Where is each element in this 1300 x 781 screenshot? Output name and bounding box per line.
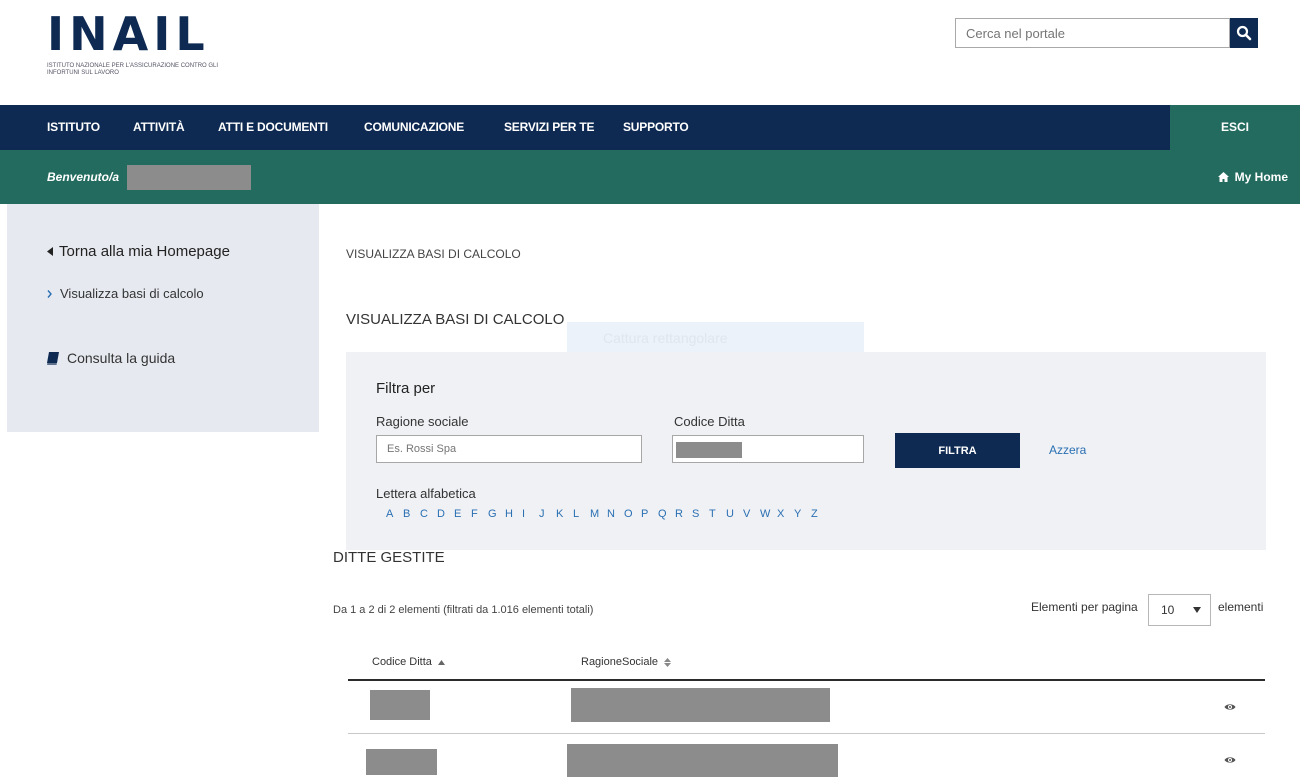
search-input[interactable] (955, 18, 1230, 48)
letter-link[interactable]: V (743, 508, 760, 520)
results-count: Da 1 a 2 di 2 elementi (filtrati da 1.01… (333, 604, 594, 616)
letter-link[interactable]: Q (658, 508, 675, 520)
back-to-homepage-label: Torna alla mia Homepage (59, 243, 230, 260)
ditte-gestite-title: DITTE GESTITE (333, 549, 445, 566)
sort-both-icon (664, 657, 672, 667)
caret-left-icon (47, 247, 53, 256)
home-icon (1217, 172, 1229, 182)
letter-link[interactable]: Z (811, 508, 828, 520)
sidebar-item-visualizza-basi[interactable]: Visualizza basi di calcolo (47, 286, 204, 301)
letter-link[interactable]: G (488, 508, 505, 520)
letter-link[interactable]: F (471, 508, 488, 520)
main-nav: ISTITUTO ATTIVITÀ ATTI E DOCUMENTI COMUN… (0, 105, 1300, 150)
page-title: VISUALIZZA BASI DI CALCOLO (346, 311, 565, 328)
sort-ascending-icon (437, 659, 445, 665)
book-icon (47, 351, 59, 365)
letter-link[interactable]: T (709, 508, 726, 520)
eye-icon[interactable] (1224, 701, 1236, 713)
column-label: Codice Ditta (372, 656, 432, 668)
letter-link[interactable]: U (726, 508, 743, 520)
letter-link[interactable]: X (777, 508, 794, 520)
filter-title: Filtra per (376, 380, 436, 397)
logout-button[interactable]: ESCI (1170, 105, 1300, 150)
codice-ditta-label: Codice Ditta (674, 414, 745, 429)
screen-capture-overlay: Cattura rettangolare (567, 322, 864, 354)
filter-panel: Filtra per Ragione sociale Codice Ditta … (346, 352, 1266, 550)
ragione-sociale-field (376, 435, 642, 463)
redacted-ragione-sociale-cell (567, 744, 838, 777)
ragione-sociale-label: Ragione sociale (376, 414, 469, 429)
my-home-label: My Home (1234, 170, 1288, 184)
letter-link[interactable]: H (505, 508, 522, 520)
chevron-right-icon (47, 289, 52, 298)
letter-link[interactable]: D (437, 508, 454, 520)
nav-item-atti-e-documenti[interactable]: ATTI E DOCUMENTI (218, 105, 328, 150)
azzera-link[interactable]: Azzera (1049, 443, 1086, 457)
filtra-button[interactable]: FILTRA (895, 433, 1020, 468)
consult-guide-link[interactable]: Consulta la guida (47, 350, 175, 366)
letter-link[interactable]: B (403, 508, 420, 520)
redacted-username (127, 165, 251, 190)
letter-link[interactable]: A (386, 508, 403, 520)
logo-subtitle: ISTITUTO NAZIONALE PER L'ASSICURAZIONE C… (47, 63, 219, 76)
eye-icon[interactable] (1224, 754, 1236, 766)
letter-link[interactable]: K (556, 508, 573, 520)
dropdown-arrow-icon (1193, 607, 1201, 613)
sidebar-item-label: Visualizza basi di calcolo (60, 286, 204, 301)
lettera-alfabetica-label: Lettera alfabetica (376, 486, 476, 501)
letter-link[interactable]: O (624, 508, 641, 520)
per-page-suffix: elementi (1218, 600, 1264, 614)
my-home-link[interactable]: My Home (1217, 150, 1288, 204)
letter-link[interactable]: N (607, 508, 624, 520)
search-icon (1236, 25, 1252, 41)
codice-ditta-field[interactable] (672, 435, 864, 463)
column-label: RagioneSociale (581, 656, 659, 668)
logo-wordmark: INAIL (47, 7, 210, 61)
per-page-value: 10 (1161, 603, 1175, 617)
column-header-codice-ditta[interactable]: Codice Ditta (372, 656, 445, 668)
letter-link[interactable]: S (692, 508, 709, 520)
table-row-divider (348, 733, 1265, 734)
nav-item-attivita[interactable]: ATTIVITÀ (133, 105, 185, 150)
letter-link[interactable]: W (760, 508, 777, 520)
back-to-homepage-link[interactable]: Torna alla mia Homepage (47, 243, 230, 260)
redacted-ragione-sociale-cell (571, 688, 830, 722)
sidebar: Torna alla mia Homepage Visualizza basi … (7, 204, 319, 432)
welcome-bar: Benvenuto/a My Home (0, 150, 1300, 204)
redacted-codice-ditta (676, 442, 742, 458)
nav-item-comunicazione[interactable]: COMUNICAZIONE (364, 105, 464, 150)
per-page-select[interactable]: 10 (1148, 594, 1211, 626)
letter-link[interactable]: I (522, 508, 539, 520)
ragione-sociale-input[interactable] (377, 436, 641, 462)
letter-link[interactable]: E (454, 508, 471, 520)
letter-link[interactable]: P (641, 508, 658, 520)
welcome-label: Benvenuto/a (47, 170, 120, 184)
inail-logo[interactable]: INAIL ISTITUTO NAZIONALE PER L'ASSICURAZ… (47, 10, 227, 77)
nav-item-servizi-per-te[interactable]: SERVIZI PER TE (504, 105, 595, 150)
nav-item-supporto[interactable]: SUPPORTO (623, 105, 689, 150)
letter-link[interactable]: R (675, 508, 692, 520)
letter-link[interactable]: C (420, 508, 437, 520)
breadcrumb: VISUALIZZA BASI DI CALCOLO (346, 247, 521, 261)
consult-guide-label: Consulta la guida (67, 350, 176, 366)
column-header-ragione-sociale[interactable]: RagioneSociale (581, 656, 672, 668)
letter-link[interactable]: J (539, 508, 556, 520)
table-header-rule (348, 679, 1265, 681)
per-page-label: Elementi per pagina (1031, 600, 1138, 614)
redacted-codice-ditta-cell (366, 749, 437, 775)
search-button[interactable] (1230, 18, 1258, 48)
alphabet-filter: A B C D E F G H I J K L M N O P Q R S T … (386, 508, 828, 520)
letter-link[interactable]: L (573, 508, 590, 520)
letter-link[interactable]: Y (794, 508, 811, 520)
letter-link[interactable]: M (590, 508, 607, 520)
redacted-codice-ditta-cell (370, 690, 430, 720)
portal-search (955, 18, 1258, 48)
nav-item-istituto[interactable]: ISTITUTO (47, 105, 100, 150)
